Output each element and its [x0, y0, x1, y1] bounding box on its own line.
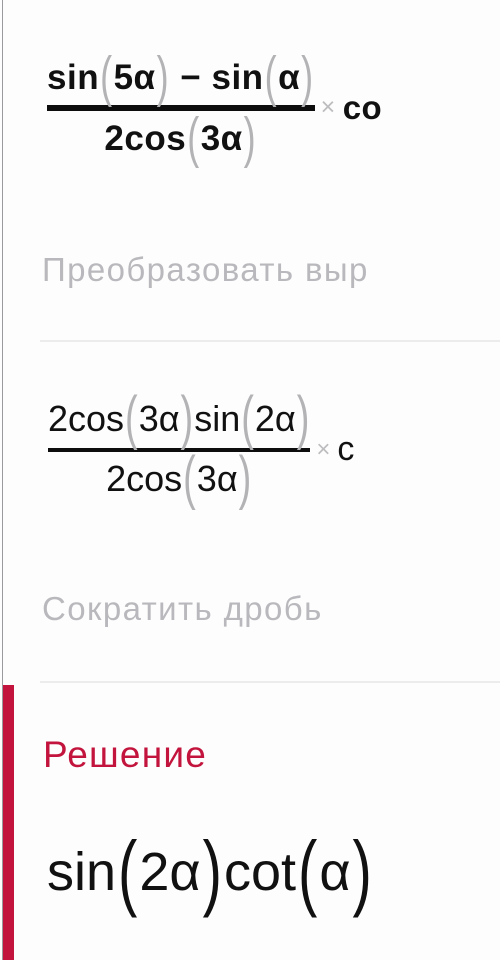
fraction-bar	[48, 448, 311, 452]
fn-sin: sin	[47, 58, 100, 97]
paren-open-2: (	[298, 824, 318, 919]
arg-2alpha: 2α	[254, 398, 296, 439]
arg-3alpha: 3α	[200, 119, 243, 158]
step-1-numerator: sin(5α) − sin(α)	[47, 44, 315, 108]
math-solver-card: sin(5α) − sin(α) 2cos(3α) × co Преобразо…	[0, 0, 500, 960]
paren-close-3: )	[238, 446, 252, 512]
paren-open-2: (	[241, 386, 254, 452]
paren-close: )	[180, 386, 194, 452]
paren-open: (	[125, 386, 138, 452]
fn-cot: cot	[223, 841, 296, 902]
arg-3alpha-num: 3α	[138, 398, 180, 439]
step-2-label: Сократить дробь	[42, 590, 323, 627]
paren-close-3: )	[243, 105, 257, 169]
paren-open-2: (	[264, 44, 278, 108]
arg-2alpha: 2α	[139, 841, 201, 902]
arg-alpha: α	[319, 841, 351, 902]
step-divider-2	[40, 681, 500, 683]
paren-open: (	[118, 824, 138, 919]
paren-open: (	[100, 44, 113, 108]
arg-3alpha-den: 3α	[196, 458, 238, 499]
paren-close: )	[202, 824, 222, 919]
step-1-fraction: sin(5α) − sin(α) 2cos(3α)	[47, 44, 315, 169]
paren-close-2: )	[301, 44, 314, 108]
solution-answer: sin(2α) cot(α)	[47, 824, 374, 918]
step-1-label: Преобразовать выр	[42, 251, 369, 288]
step-2-clipped-tail: c	[337, 430, 355, 468]
paren-open-3: (	[187, 105, 200, 169]
arg-alpha: α	[278, 58, 301, 97]
coef-2cos-den: 2cos	[106, 458, 183, 499]
step-2-numerator: 2cos(3α)sin(2α)	[48, 386, 310, 451]
paren-close-2: )	[352, 824, 372, 919]
arg-5alpha: 5α	[113, 58, 156, 97]
coef-2cos-num: 2cos	[48, 398, 125, 439]
step-divider-1	[40, 340, 500, 342]
fn-sin: sin	[194, 398, 241, 439]
paren-open-3: (	[183, 446, 196, 512]
multiplication-operator: ×	[316, 435, 331, 463]
paren-close-2: )	[296, 386, 310, 452]
step-1-clipped-tail: co	[342, 88, 383, 126]
step-2-fraction: 2cos(3α)sin(2α) 2cos(3α)	[48, 386, 311, 511]
fn-sin: sin	[47, 841, 117, 902]
coef-2cos: 2cos	[104, 119, 187, 158]
step-2-expression: 2cos(3α)sin(2α) 2cos(3α) × c	[48, 386, 355, 511]
minus-operator: −	[180, 58, 202, 97]
multiplication-operator: ×	[320, 93, 336, 121]
solution-heading: Решение	[43, 734, 207, 775]
fn-sin-2: sin	[211, 58, 264, 97]
step-1-expression: sin(5α) − sin(α) 2cos(3α) × co	[47, 44, 383, 169]
step-1-denominator: 2cos(3α)	[104, 105, 257, 169]
paren-close: )	[156, 44, 170, 108]
step-2-denominator: 2cos(3α)	[106, 446, 252, 511]
solution-accent-bar	[3, 685, 14, 960]
